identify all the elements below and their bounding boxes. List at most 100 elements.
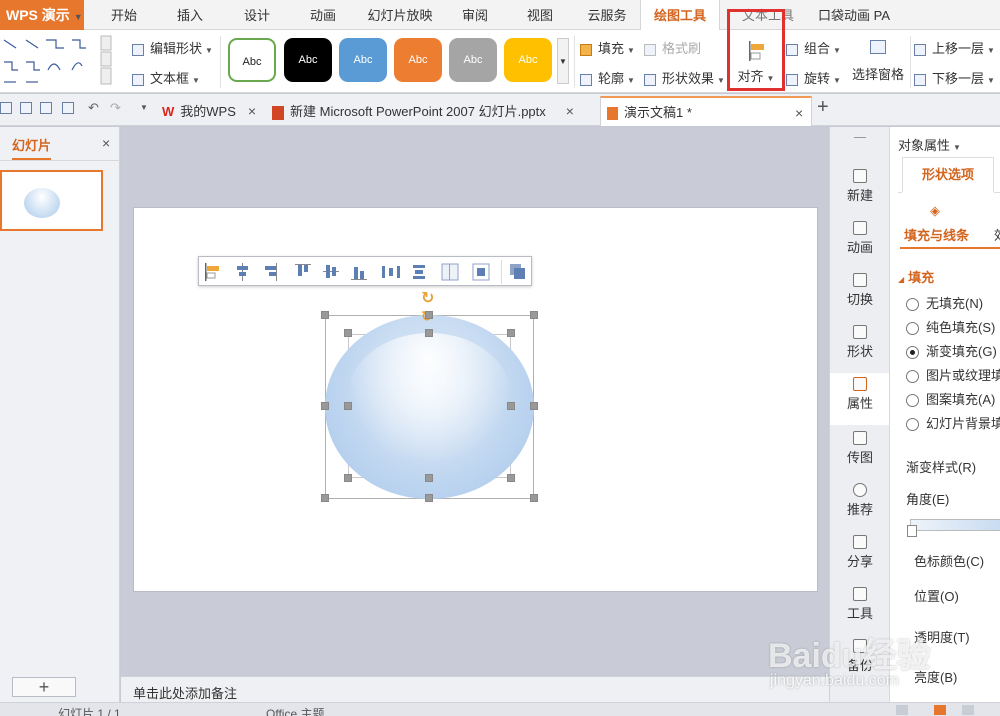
tab-pocket-animation[interactable]: 口袋动画 PA: [812, 0, 896, 30]
side-item-transition[interactable]: 切换: [830, 273, 890, 308]
outline-button[interactable]: 轮廓 ▼: [580, 68, 635, 87]
slide-sorter-icon[interactable]: [934, 705, 946, 715]
line-shapes-gallery[interactable]: [0, 34, 112, 88]
style-swatch-gray[interactable]: Abc: [449, 38, 497, 82]
print-preview-icon[interactable]: [20, 102, 32, 114]
style-swatch-gold[interactable]: Abc: [504, 38, 552, 82]
tab-fill-and-line[interactable]: 填充与线条: [904, 225, 969, 244]
doc-tab-presentation1[interactable]: 演示文稿1 * ×: [600, 96, 812, 126]
resize-handle[interactable]: [321, 402, 329, 410]
slide-thumbnail[interactable]: [0, 170, 103, 231]
tab-effects-clipped[interactable]: 效: [994, 225, 1000, 244]
undo-icon[interactable]: ↶: [88, 100, 99, 116]
resize-handle[interactable]: [321, 494, 329, 502]
tab-animation[interactable]: 动画: [296, 0, 350, 30]
tab-slideshow[interactable]: 幻灯片放映: [360, 0, 440, 30]
fill-section-header[interactable]: ◢ 填充: [898, 267, 934, 286]
resize-handle[interactable]: [425, 474, 433, 482]
side-item-new[interactable]: 新建: [830, 169, 890, 204]
fill-option-picture[interactable]: 图片或纹理填: [906, 365, 1000, 384]
send-backward-button[interactable]: 下移一层 ▼: [914, 68, 995, 87]
style-swatch-blue[interactable]: Abc: [339, 38, 387, 82]
close-icon[interactable]: ×: [566, 103, 574, 119]
resize-handle[interactable]: [344, 474, 352, 482]
side-item-upload-image[interactable]: 传图: [830, 431, 890, 466]
tab-review[interactable]: 审阅: [452, 0, 498, 30]
bring-forward-button[interactable]: 上移一层 ▼: [914, 38, 995, 57]
tab-view[interactable]: 视图: [516, 0, 564, 30]
side-item-share[interactable]: 分享: [830, 535, 890, 570]
close-icon[interactable]: ×: [795, 98, 803, 128]
resize-handle[interactable]: [507, 474, 515, 482]
text-box-button[interactable]: 文本框 ▼: [132, 68, 200, 87]
edit-shape-button[interactable]: 编辑形状 ▼: [132, 38, 213, 57]
radio-button[interactable]: [906, 322, 919, 336]
fill-option-solid[interactable]: 纯色填充(S): [906, 317, 995, 336]
slides-pane-title[interactable]: 幻灯片: [12, 135, 52, 160]
fill-option-background[interactable]: 幻灯片背景填: [906, 413, 1000, 432]
resize-handle[interactable]: [425, 311, 433, 319]
collapse-icon[interactable]: [854, 137, 866, 138]
group-button[interactable]: 组合 ▼: [786, 38, 841, 57]
fill-button[interactable]: 填充 ▼: [580, 38, 635, 57]
fill-option-gradient[interactable]: 渐变填充(G): [906, 341, 997, 360]
resize-handle[interactable]: [321, 311, 329, 319]
reading-view-icon[interactable]: [962, 705, 974, 715]
radio-button[interactable]: [906, 394, 919, 408]
side-item-tools[interactable]: 工具: [830, 587, 890, 622]
add-slide-button[interactable]: +: [12, 677, 76, 697]
export-icon[interactable]: [62, 102, 74, 114]
tab-home[interactable]: 开始: [98, 0, 150, 30]
tab-shape-options[interactable]: 形状选项: [902, 157, 994, 193]
style-swatch-black[interactable]: Abc: [284, 38, 332, 82]
fill-option-pattern[interactable]: 图案填充(A): [906, 389, 995, 408]
selection-pane-button[interactable]: 选择窗格: [848, 38, 908, 83]
tab-design[interactable]: 设计: [230, 0, 284, 30]
side-item-recommend[interactable]: 推荐: [830, 483, 890, 518]
new-tab-button[interactable]: +: [817, 96, 829, 119]
format-painter-button[interactable]: 格式刷: [644, 38, 701, 57]
notes-area[interactable]: 单击此处添加备注: [121, 676, 829, 702]
rotate-handle-icon[interactable]: ↻: [421, 288, 434, 308]
resize-handle[interactable]: [530, 494, 538, 502]
gradient-stop-handle[interactable]: [907, 525, 917, 537]
resize-handle[interactable]: [425, 329, 433, 337]
fill-option-none[interactable]: 无填充(N): [906, 293, 983, 312]
slide-canvas[interactable]: ↻ ↻: [133, 207, 818, 592]
style-swatch-white[interactable]: Abc: [228, 38, 276, 82]
close-icon[interactable]: ×: [248, 103, 256, 119]
resize-handle[interactable]: [530, 402, 538, 410]
shape-effects-button[interactable]: 形状效果 ▼: [644, 68, 725, 87]
radio-button[interactable]: [906, 370, 919, 384]
resize-handle[interactable]: [344, 329, 352, 337]
doc-tab-my-wps[interactable]: W 我的WPS ×: [158, 96, 262, 126]
doc-tab-pptx-file[interactable]: 新建 Microsoft PowerPoint 2007 幻灯片.pptx ×: [270, 96, 598, 126]
radio-button[interactable]: [906, 418, 919, 432]
radio-button[interactable]: [906, 298, 919, 312]
normal-view-icon[interactable]: [896, 705, 908, 715]
save-icon[interactable]: [0, 102, 12, 114]
resize-handle[interactable]: [507, 329, 515, 337]
style-gallery-more-button[interactable]: ▼: [557, 38, 569, 84]
align-button[interactable]: 对齐 ▼: [733, 38, 779, 88]
props-header-button[interactable]: 对象属性 ▼: [898, 135, 961, 154]
quick-access-more-icon[interactable]: ▼: [140, 103, 148, 112]
resize-handle[interactable]: [425, 494, 433, 502]
side-item-properties[interactable]: 属性: [830, 373, 890, 425]
redo-icon[interactable]: ↷: [110, 100, 121, 116]
style-swatch-orange[interactable]: Abc: [394, 38, 442, 82]
gradient-slider[interactable]: [910, 519, 1000, 531]
resize-handle[interactable]: [344, 402, 352, 410]
tab-insert[interactable]: 插入: [162, 0, 218, 30]
resize-handle[interactable]: [507, 402, 515, 410]
tab-cloud[interactable]: 云服务: [580, 0, 634, 30]
side-item-animation[interactable]: 动画: [830, 221, 890, 256]
rotate-button[interactable]: 旋转 ▼: [786, 68, 841, 87]
side-item-shape[interactable]: 形状: [830, 325, 890, 360]
resize-handle[interactable]: [530, 311, 538, 319]
close-icon[interactable]: ×: [102, 135, 110, 151]
radio-button-selected[interactable]: [906, 346, 919, 360]
app-menu-button[interactable]: WPS 演示 ▼: [0, 0, 84, 30]
print-icon[interactable]: [40, 102, 52, 114]
tab-drawing-tools[interactable]: 绘图工具: [640, 0, 720, 31]
